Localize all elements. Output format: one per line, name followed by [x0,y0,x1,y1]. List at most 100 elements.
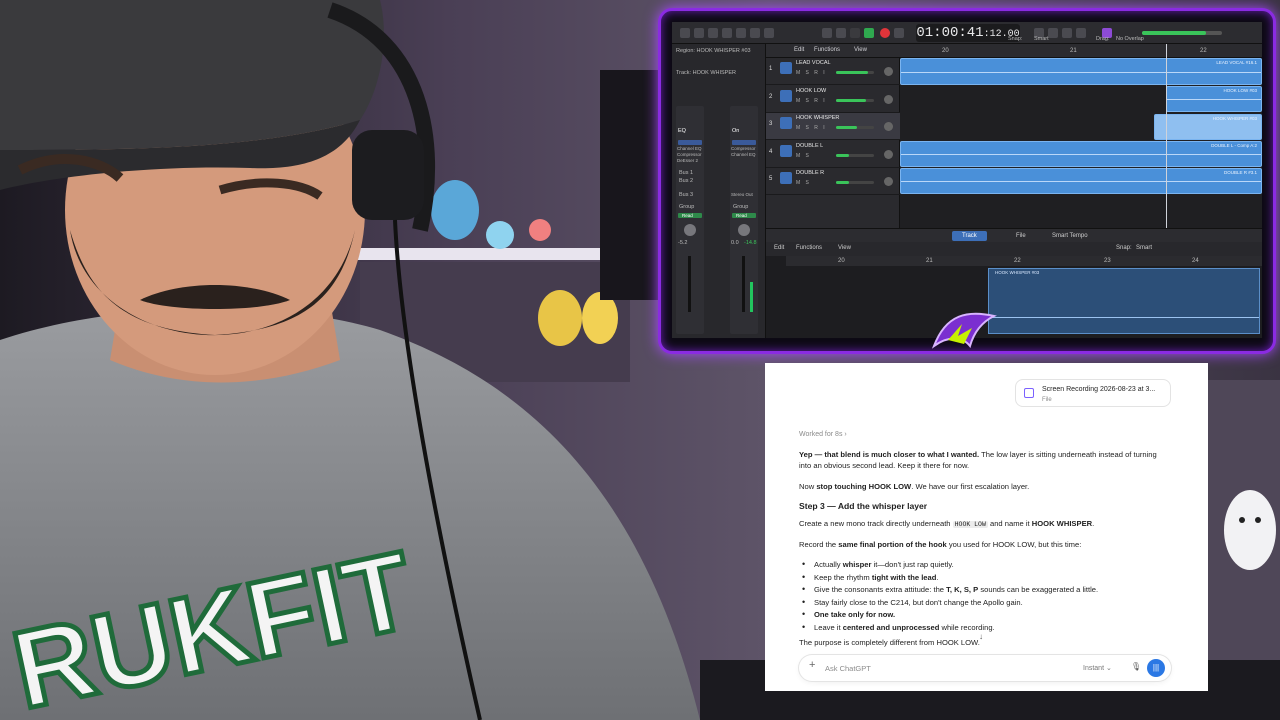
input-placeholder[interactable]: Ask ChatGPT [825,663,871,674]
editor-snap-value[interactable]: Smart [1136,245,1152,251]
record-icon[interactable] [880,28,890,38]
track-number: 3 [769,121,773,127]
pan-knob[interactable] [684,224,696,236]
toolbar-button[interactable] [722,28,732,38]
mute-solo-record-buttons[interactable]: M S [796,153,811,159]
track-row[interactable]: 1 LEAD VOCAL M S R I [766,58,900,85]
menu-view[interactable]: View [854,47,867,53]
menu-functions[interactable]: Functions [814,47,840,53]
chat-input[interactable]: + Ask ChatGPT Instant ⌄ 🎙︎ ||| [799,655,1171,681]
track-name[interactable]: HOOK LOW [796,88,826,94]
bar-ruler[interactable]: 20 21 22 Snap: Smart Drag: No Overlap [900,36,1262,58]
microphone-icon[interactable]: 🎙︎ [1131,661,1141,672]
attachment-card[interactable]: Screen Recording 2026-08-23 at 3... File [1015,379,1171,407]
forward-icon[interactable] [836,28,846,38]
track-row[interactable]: 4 DOUBLE L M S [766,141,900,168]
out-plugin-compressor[interactable]: Compressor [731,146,756,151]
master-volume-slider[interactable] [1142,31,1222,35]
editor-menu-edit[interactable]: Edit [774,245,784,251]
mute-solo-record-buttons[interactable]: M S R I [796,98,827,104]
pan-knob[interactable] [884,149,893,159]
track-name[interactable]: DOUBLE L [796,143,823,149]
editor-menu-view[interactable]: View [838,245,851,251]
track-label[interactable]: Track: HOOK WHISPER [676,70,736,76]
region-label[interactable]: Region: HOOK WHISPER #03 [676,48,751,54]
track-volume-slider[interactable] [836,126,874,129]
track-name[interactable]: LEAD VOCAL [796,60,831,66]
inspector-button[interactable] [694,28,704,38]
out-plugin-channel-eq[interactable]: Channel EQ [731,152,756,157]
menu-edit[interactable]: Edit [794,47,804,53]
drag-value[interactable]: No Overlap [1116,36,1144,42]
replace-icon[interactable] [1076,28,1086,38]
metronome-icon[interactable] [1062,28,1072,38]
bullet-text: Stay fairly close to the C214, but don't… [814,597,1023,607]
quick-help-button[interactable] [708,28,718,38]
editor-ruler[interactable]: 20 21 22 23 24 [786,256,1262,266]
tab-track[interactable]: Track [952,231,987,241]
region-hook-whisper[interactable]: HOOK WHISPER #03 [1154,114,1262,140]
track-volume-slider[interactable] [836,98,874,102]
out-pan-knob[interactable] [738,224,750,236]
eq-label[interactable]: EQ [678,128,686,134]
region-double-r[interactable]: DOUBLE R #3.1 [900,168,1262,194]
region-double-l[interactable]: DOUBLE L - Comp A:2 [900,141,1262,167]
stop-icon[interactable] [850,28,860,38]
playhead[interactable] [1166,44,1167,244]
volume-fader[interactable] [688,256,691,312]
group-slot[interactable]: Group [679,204,694,210]
track-volume-slider[interactable] [836,153,874,157]
track-row[interactable]: 5 DOUBLE R M S [766,168,900,195]
voice-mode-button[interactable]: ||| [1147,659,1165,677]
track-volume-slider[interactable] [836,71,874,74]
mute-solo-record-buttons[interactable]: M S R I [796,125,827,131]
region-lead-vocal[interactable]: LEAD VOCAL #16.1 [900,58,1262,85]
stereo-out-label[interactable]: Stereo Out [731,192,753,197]
track-name[interactable]: HOOK WHISPER [796,115,839,121]
pan-knob[interactable] [884,122,893,131]
model-mode-select[interactable]: Instant ⌄ [1083,663,1112,674]
mixer-button[interactable] [750,28,760,38]
pan-knob[interactable] [884,67,893,76]
plugin-slot-1[interactable] [678,140,702,145]
pan-knob[interactable] [884,94,893,104]
plus-icon[interactable]: + [809,660,815,671]
plugin-channel-eq[interactable]: Channel EQ [677,146,702,151]
plugin-deesser[interactable]: DeEsser 2 [677,158,698,163]
output-bus[interactable]: Bus 3 [679,192,693,198]
play-icon[interactable] [864,28,874,38]
editor-region[interactable]: HOOK WHISPER #03 [988,268,1260,334]
cycle-icon[interactable] [894,28,904,38]
track-name[interactable]: DOUBLE R [796,170,824,176]
send-bus-2[interactable]: Bus 2 [679,178,693,184]
tab-file[interactable]: File [1006,231,1036,241]
count-in-icon[interactable] [1048,28,1058,38]
file-icon [1024,388,1034,398]
smart-controls-button[interactable] [736,28,746,38]
out-volume-fader[interactable] [742,256,745,312]
snap-value[interactable]: Smart [1034,36,1049,42]
audio-track-editor[interactable]: Edit Functions View Snap: Smart 20 21 22… [766,242,1262,338]
pan-knob[interactable] [884,177,893,186]
editor-menu-functions[interactable]: Functions [796,245,822,251]
worked-for-toggle[interactable]: Worked for 8s › [799,429,847,440]
out-group-slot[interactable]: Group [733,204,748,210]
editors-button[interactable] [764,28,774,38]
region-hook-low[interactable]: HOOK LOW #03 [1166,86,1262,112]
scroll-down-icon[interactable]: ↓ [979,631,983,642]
plugin-compressor[interactable]: Compressor [677,152,702,157]
track-volume-slider[interactable] [836,181,874,184]
track-row[interactable]: 3 HOOK WHISPER M S R I [766,113,900,140]
library-button[interactable] [680,28,690,38]
track-row[interactable]: 2 HOOK LOW M S R I [766,86,900,113]
tracks-area[interactable]: 20 21 22 Snap: Smart Drag: No Overlap LE… [900,36,1262,244]
lcd-time-display[interactable]: 01:00:41:12.00 [916,24,1020,42]
tab-smart-tempo[interactable]: Smart Tempo [1042,231,1098,241]
ruler-mark: 20 [942,48,949,54]
plugin-slot-out[interactable] [732,140,756,145]
rewind-icon[interactable] [822,28,832,38]
mute-solo-record-buttons[interactable]: M S R I [796,70,827,76]
on-label[interactable]: On [732,128,739,134]
mute-solo-record-buttons[interactable]: M S [796,180,811,186]
send-bus-1[interactable]: Bus 1 [679,170,693,176]
